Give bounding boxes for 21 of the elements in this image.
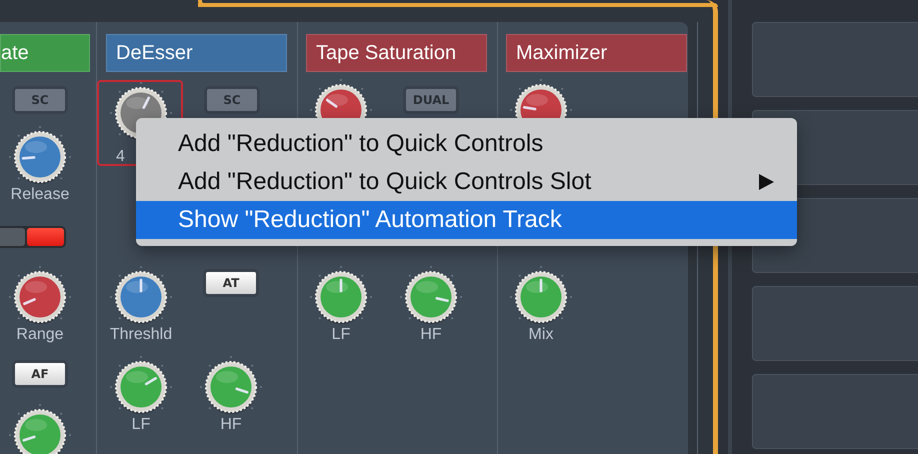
- knob-label: 4: [116, 148, 125, 166]
- menu-item[interactable]: Add "Reduction" to Quick Controls: [136, 125, 797, 163]
- menu-item[interactable]: Add "Reduction" to Quick Controls Slot: [136, 163, 797, 201]
- knob-label: HF: [420, 326, 442, 344]
- switch[interactable]: [0, 226, 66, 248]
- module-header[interactable]: DeEsser: [106, 34, 287, 72]
- knob-label: Mix: [528, 326, 554, 344]
- knob-label: Release: [10, 186, 70, 204]
- module-header[interactable]: Tape Saturation: [306, 34, 487, 72]
- toggle-button[interactable]: AF: [12, 360, 68, 388]
- knob-label: LF: [132, 416, 150, 434]
- knob-label: Threshld: [110, 326, 172, 344]
- knob-label: HF: [220, 416, 242, 434]
- submenu-arrow-icon: [757, 173, 775, 191]
- menu-item[interactable]: Show "Reduction" Automation Track: [136, 201, 797, 239]
- knob-label: LF: [332, 326, 350, 344]
- module-header[interactable]: Maximizer: [506, 34, 687, 72]
- module-header[interactable]: ate: [0, 34, 90, 72]
- knob[interactable]: [9, 404, 71, 454]
- toggle-button[interactable]: AT: [203, 269, 259, 297]
- knob-label: Range: [16, 326, 64, 344]
